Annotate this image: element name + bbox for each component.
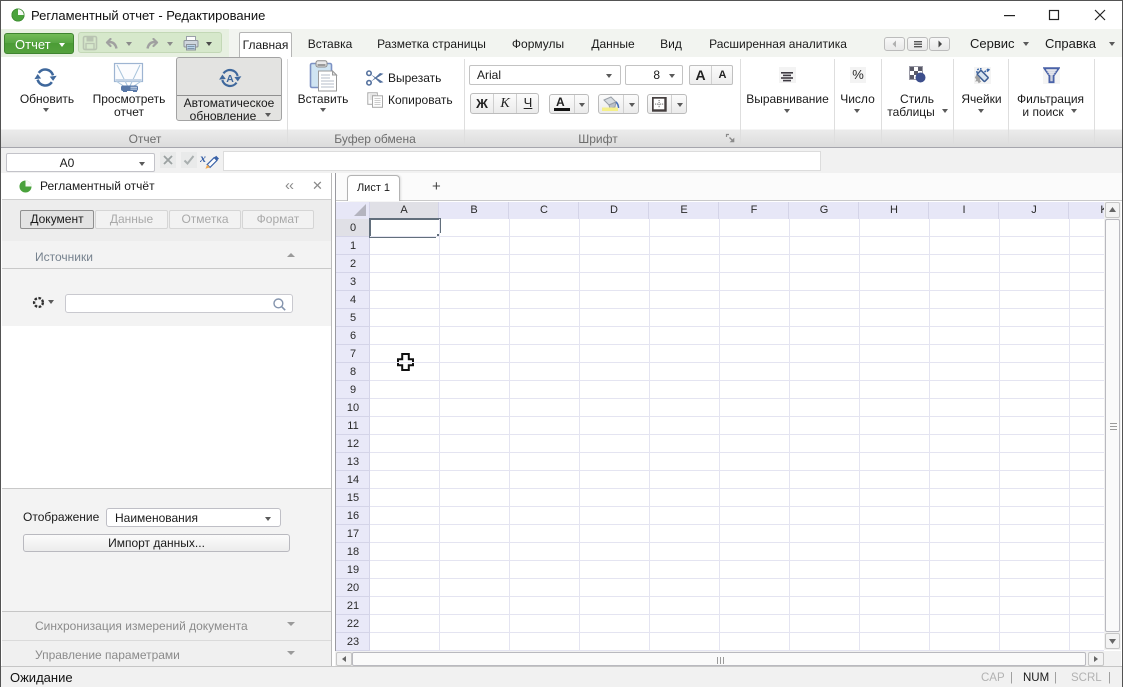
svg-text:x: x bbox=[200, 151, 206, 165]
svg-text:A: A bbox=[226, 73, 234, 85]
